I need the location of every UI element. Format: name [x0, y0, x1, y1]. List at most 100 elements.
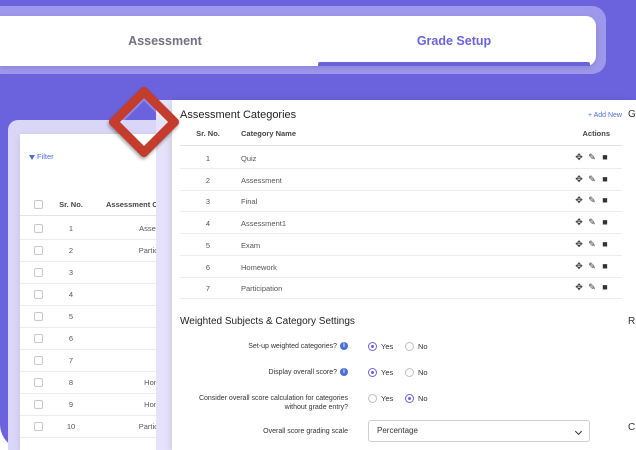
row-checkbox[interactable]: [34, 378, 43, 387]
categories-table-header: Sr. No. Category Name Actions: [180, 126, 622, 146]
grading-scale-label: Overall score grading scale: [263, 428, 348, 435]
grading-scale-value: Percentage: [377, 426, 418, 435]
consider-no-label: No: [418, 394, 428, 403]
row-actions: ✥ ✎ ■: [570, 152, 610, 162]
trash-icon[interactable]: ■: [600, 282, 610, 292]
tab-assessment[interactable]: Assessment: [60, 16, 270, 66]
add-new-link[interactable]: + Add New: [588, 112, 622, 119]
row-checkbox[interactable]: [34, 400, 43, 409]
weighted-no-label: No: [418, 342, 428, 351]
trash-icon[interactable]: ■: [600, 217, 610, 227]
row-number: 3: [68, 268, 74, 277]
display-no-label: No: [418, 368, 428, 377]
move-icon[interactable]: ✥: [574, 174, 584, 184]
move-icon[interactable]: ✥: [574, 261, 584, 271]
filter-label: Filter: [37, 152, 54, 161]
trash-icon[interactable]: ■: [600, 261, 610, 271]
right-edge-letter: R: [628, 316, 636, 327]
info-icon[interactable]: i: [340, 368, 348, 377]
edit-icon[interactable]: ✎: [587, 217, 597, 227]
move-icon[interactable]: ✥: [574, 195, 584, 205]
table-row: 4 Assessment1 ✥ ✎ ■: [180, 212, 622, 235]
row-number: 2: [205, 175, 211, 185]
row-number: 3: [205, 197, 211, 207]
table-row: 5 Exam ✥ ✎ ■: [180, 234, 622, 256]
info-icon[interactable]: i: [340, 342, 348, 351]
right-edge-letter: C: [628, 422, 636, 433]
row-number: 7: [68, 356, 74, 365]
tab-grade-setup[interactable]: Grade Setup: [318, 16, 590, 66]
grading-scale-select[interactable]: Percentage: [368, 420, 590, 442]
row-category-name: Quiz: [241, 154, 257, 163]
right-card-edge: G R C: [624, 100, 636, 450]
consider-yes-radio[interactable]: [368, 394, 377, 403]
consider-score-label: Consider overall score calculation for c…: [199, 394, 348, 412]
row-number: 2: [68, 246, 74, 255]
edit-icon[interactable]: ✎: [587, 239, 597, 249]
row-checkbox[interactable]: [34, 334, 43, 343]
trash-icon[interactable]: ■: [600, 174, 610, 184]
edit-icon[interactable]: ✎: [587, 282, 597, 292]
table-row: 1 Quiz ✥ ✎ ■: [180, 147, 622, 169]
right-edge-letter: G: [628, 109, 636, 120]
row-number: 6: [205, 262, 211, 272]
weighted-no-radio[interactable]: [405, 342, 414, 351]
row-number: 8: [68, 378, 74, 387]
row-checkbox[interactable]: [34, 422, 43, 431]
row-number: 1: [205, 154, 211, 163]
row-actions: ✥ ✎ ■: [570, 217, 610, 227]
active-tab-indicator: [318, 62, 590, 66]
categories-title: Assessment Categories: [180, 109, 297, 121]
row-actions: ✥ ✎ ■: [570, 195, 610, 205]
row-actions: ✥ ✎ ■: [570, 261, 610, 271]
move-icon[interactable]: ✥: [574, 239, 584, 249]
table-row: 6 Homework ✥ ✎ ■: [180, 256, 622, 278]
display-score-label: Display overall score? i: [269, 368, 348, 377]
move-icon[interactable]: ✥: [574, 217, 584, 227]
row-category-name: Exam: [241, 240, 261, 250]
display-no-radio[interactable]: [405, 368, 414, 377]
consider-score-line1: Consider overall score calculation for c…: [198, 395, 348, 402]
row-number: 1: [68, 224, 74, 233]
settings-title: Weighted Subjects & Category Settings: [180, 316, 355, 327]
consider-score-line2: without grade entry?: [284, 404, 348, 411]
display-score-text: Display overall score?: [268, 369, 337, 376]
row-checkbox[interactable]: [34, 224, 43, 233]
edit-icon[interactable]: ✎: [587, 174, 597, 184]
trash-icon[interactable]: ■: [600, 239, 610, 249]
edit-icon[interactable]: ✎: [587, 195, 597, 205]
edit-icon[interactable]: ✎: [587, 152, 597, 162]
row-number: 4: [68, 290, 74, 299]
row-checkbox[interactable]: [34, 356, 43, 365]
row-checkbox[interactable]: [34, 246, 43, 255]
row-number: 4: [205, 219, 211, 229]
trash-icon[interactable]: ■: [600, 152, 610, 162]
header-sr-no: Sr. No.: [59, 200, 83, 209]
edit-icon[interactable]: ✎: [587, 261, 597, 271]
row-checkbox[interactable]: [34, 290, 43, 299]
row-checkbox[interactable]: [34, 312, 43, 321]
row-number: 5: [205, 240, 211, 250]
table-row: 7 Participation ✥ ✎ ■: [180, 277, 622, 300]
table-row: 2 Assessment ✥ ✎ ■: [180, 169, 622, 191]
row-actions: ✥ ✎ ■: [570, 282, 610, 292]
row-category-name: Assessment1: [241, 219, 287, 229]
funnel-icon: [29, 154, 35, 160]
weighted-yes-radio[interactable]: [368, 342, 377, 351]
row-number: 6: [68, 334, 74, 343]
row-number: 5: [68, 312, 74, 321]
row-checkbox[interactable]: [34, 268, 43, 277]
row-actions: ✥ ✎ ■: [570, 239, 610, 249]
filter-button[interactable]: Filter: [29, 152, 54, 161]
move-icon[interactable]: ✥: [574, 282, 584, 292]
trash-icon[interactable]: ■: [600, 195, 610, 205]
display-yes-radio[interactable]: [368, 368, 377, 377]
row-category-name: Assessment: [241, 175, 282, 185]
consider-no-radio[interactable]: [405, 394, 414, 403]
row-number: 9: [68, 400, 74, 409]
row-actions: ✥ ✎ ■: [570, 174, 610, 184]
row-category-name: Homework: [241, 262, 277, 272]
move-icon[interactable]: ✥: [574, 152, 584, 162]
header-category-name: Category Name: [241, 129, 297, 138]
select-all-checkbox[interactable]: [34, 200, 43, 209]
